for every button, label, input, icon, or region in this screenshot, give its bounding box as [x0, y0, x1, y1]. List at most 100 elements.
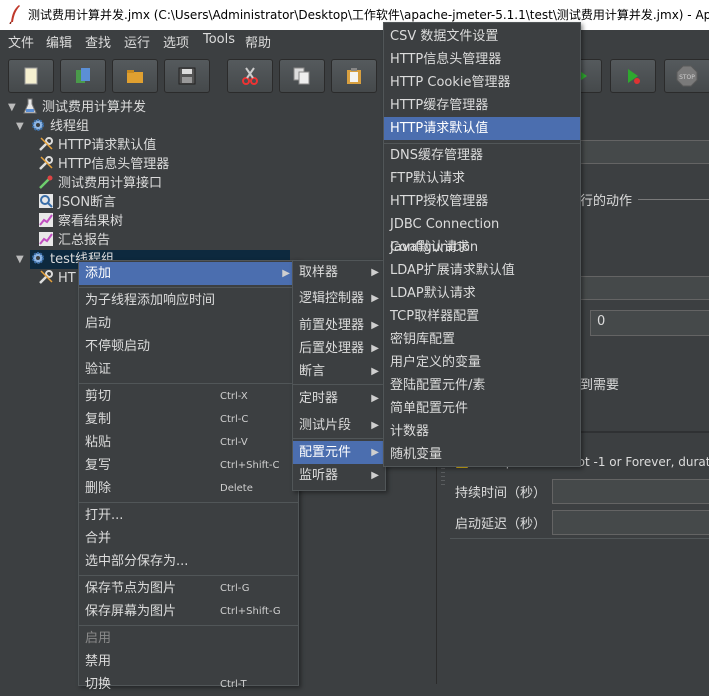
submenu-arrow-icon: ▶ — [282, 268, 290, 279]
menu-run[interactable]: 运行 — [124, 32, 150, 51]
menu-item-validate[interactable]: 验证 — [79, 358, 298, 381]
submenu-arrow-icon: ▶ — [371, 366, 379, 377]
menu-item-open[interactable]: 打开... — [79, 504, 298, 527]
tree-node-thread-group[interactable]: ▼ 线程组 — [16, 117, 89, 136]
magnifier-icon — [39, 194, 53, 208]
menu-item-disable[interactable]: 禁用 — [79, 650, 298, 673]
tree-label-child: JSON断言 — [58, 195, 117, 210]
paste-icon — [347, 68, 361, 84]
duration-field[interactable] — [552, 479, 709, 504]
menu-file[interactable]: 文件 — [8, 32, 34, 51]
submenu-item-sampler[interactable]: 取样器 ▶ — [293, 261, 385, 284]
open-button[interactable] — [112, 59, 158, 93]
submenu-item-listener[interactable]: 监听器 ▶ — [293, 464, 385, 487]
menu-item-save-screen-image[interactable]: 保存屏幕为图片 Ctrl+Shift-G — [79, 600, 298, 623]
submenu-item-config-element[interactable]: 配置元件 ▶ — [293, 441, 385, 464]
menu-item-save-selection[interactable]: 选中部分保存为... — [79, 550, 298, 573]
menu-item-cut[interactable]: 剪切 Ctrl-X — [79, 385, 298, 408]
config-item-user-vars[interactable]: 用户定义的变量 — [384, 351, 580, 374]
startup-delay-field[interactable] — [552, 510, 709, 535]
submenu-arrow-icon: ▶ — [371, 470, 379, 481]
collapse-icon[interactable]: ▼ — [16, 117, 24, 136]
menu-item-enable[interactable]: 启用 — [79, 627, 298, 650]
tree-node-child-2[interactable]: 测试费用计算接口 — [38, 174, 162, 193]
config-item-tcp[interactable]: TCP取样器配置 — [384, 305, 580, 328]
name-field[interactable] — [579, 140, 709, 164]
tree-node-child-0[interactable]: HTTP请求默认值 — [38, 136, 156, 155]
menu-item-delete[interactable]: 删除 Delete — [79, 477, 298, 500]
tree-node-root[interactable]: ▼ 测试费用计算并发 — [8, 98, 146, 117]
config-item-ldap-ext[interactable]: LDAP扩展请求默认值 — [384, 259, 580, 282]
config-item-cookie-manager[interactable]: HTTP Cookie管理器 — [384, 71, 580, 94]
stop-label: STOP — [679, 74, 695, 81]
config-item-jdbc[interactable]: JDBC Connection Configuration — [384, 213, 580, 255]
run-no-pause-button[interactable] — [610, 59, 656, 93]
config-item-ftp-defaults[interactable]: FTP默认请求 — [384, 167, 580, 190]
config-item-counter[interactable]: 计数器 — [384, 420, 580, 443]
submenu-item-pre-processor[interactable]: 前置处理器 ▶ — [293, 314, 385, 337]
tree-node-child-5[interactable]: 汇总报告 — [38, 231, 110, 250]
startup-delay-label: 启动延迟（秒） — [455, 517, 547, 532]
tree-node-test-child[interactable]: HT — [38, 269, 76, 288]
submenu-arrow-icon: ▶ — [371, 293, 379, 304]
menu-item-paste[interactable]: 粘贴 Ctrl-V — [79, 431, 298, 454]
menu-help[interactable]: 帮助 — [245, 32, 271, 51]
submenu-item-logic-controller[interactable]: 逻辑控制器 ▶ — [293, 287, 385, 310]
collapse-icon[interactable]: ▼ — [16, 250, 24, 269]
tree-node-child-3[interactable]: JSON断言 — [38, 193, 116, 212]
submenu-arrow-icon: ▶ — [371, 393, 379, 404]
save-button[interactable] — [164, 59, 210, 93]
menu-search[interactable]: 查找 — [85, 32, 111, 51]
menu-item-save-node-image[interactable]: 保存节点为图片 Ctrl-G — [79, 577, 298, 600]
wrench-icon — [39, 156, 53, 170]
chart-icon — [39, 232, 53, 246]
collapse-icon[interactable]: ▼ — [8, 98, 16, 117]
menu-item-start-no-pause[interactable]: 不停顿启动 — [79, 335, 298, 358]
config-item-csv[interactable]: CSV 数据文件设置 — [384, 25, 580, 48]
config-item-http-defaults[interactable]: HTTP请求默认值 — [384, 117, 580, 140]
config-item-header-manager[interactable]: HTTP信息头管理器 — [384, 48, 580, 71]
menu-item-add[interactable]: 添加 ▶ — [79, 262, 298, 285]
run-no-pause-icon — [628, 69, 640, 84]
menu-item-merge[interactable]: 合并 — [79, 527, 298, 550]
config-item-auth-manager[interactable]: HTTP授权管理器 — [384, 190, 580, 213]
menu-item-start[interactable]: 启动 — [79, 312, 298, 335]
tree-node-child-1[interactable]: HTTP信息头管理器 — [38, 155, 169, 174]
config-item-login[interactable]: 登陆配置元件/素 — [384, 374, 580, 397]
window-title: 测试费用计算并发.jmx (C:\Users\Administrator\Des… — [28, 8, 709, 22]
submenu-item-post-processor[interactable]: 后置处理器 ▶ — [293, 337, 385, 360]
config-item-simple[interactable]: 简单配置元件 — [384, 397, 580, 420]
menu-item-copy[interactable]: 复制 Ctrl-C — [79, 408, 298, 431]
menu-item-toggle[interactable]: 切换 Ctrl-T — [79, 673, 298, 696]
save-icon — [178, 67, 196, 85]
config-item-random-var[interactable]: 随机变量 — [384, 443, 580, 466]
config-item-keystore[interactable]: 密钥库配置 — [384, 328, 580, 351]
config-item-java-defaults[interactable]: Java默认请求 — [384, 236, 580, 259]
templates-button[interactable] — [60, 59, 106, 93]
open-icon — [127, 70, 143, 83]
new-button[interactable] — [8, 59, 54, 93]
menu-item-add-response-time[interactable]: 为子线程添加响应时间 — [79, 289, 298, 312]
submenu-item-timer[interactable]: 定时器 ▶ — [293, 387, 385, 410]
menu-edit[interactable]: 编辑 — [46, 32, 72, 51]
cut-button[interactable] — [227, 59, 273, 93]
copy-button[interactable] — [279, 59, 325, 93]
tree-label-child: HTTP信息头管理器 — [58, 157, 170, 172]
context-menu: 添加 ▶ 为子线程添加响应时间 启动 不停顿启动 验证 剪切 Ctrl-X 复制 Ct… — [78, 260, 299, 692]
submenu-item-test-fragment[interactable]: 测试片段 ▶ — [293, 414, 385, 437]
gear-icon — [32, 252, 44, 264]
paste-button[interactable] — [331, 59, 377, 93]
config-item-cache-manager[interactable]: HTTP缓存管理器 — [384, 94, 580, 117]
submenu-item-assertion[interactable]: 断言 ▶ — [293, 360, 385, 383]
stop-icon: STOP — [676, 65, 698, 87]
tree-node-child-4[interactable]: 察看结果树 — [38, 212, 123, 231]
menu-tools[interactable]: Tools — [203, 32, 235, 47]
config-item-ldap[interactable]: LDAP默认请求 — [384, 282, 580, 305]
menu-item-duplicate[interactable]: 复写 Ctrl+Shift-C — [79, 454, 298, 477]
stop-button[interactable]: STOP — [664, 59, 709, 93]
threads-field[interactable] — [579, 276, 709, 300]
rampup-field[interactable]: 0 — [590, 310, 709, 336]
tree-label-child: 汇总报告 — [58, 233, 111, 248]
menu-options[interactable]: 选项 — [163, 32, 189, 51]
config-item-dns-cache[interactable]: DNS缓存管理器 — [384, 144, 580, 167]
